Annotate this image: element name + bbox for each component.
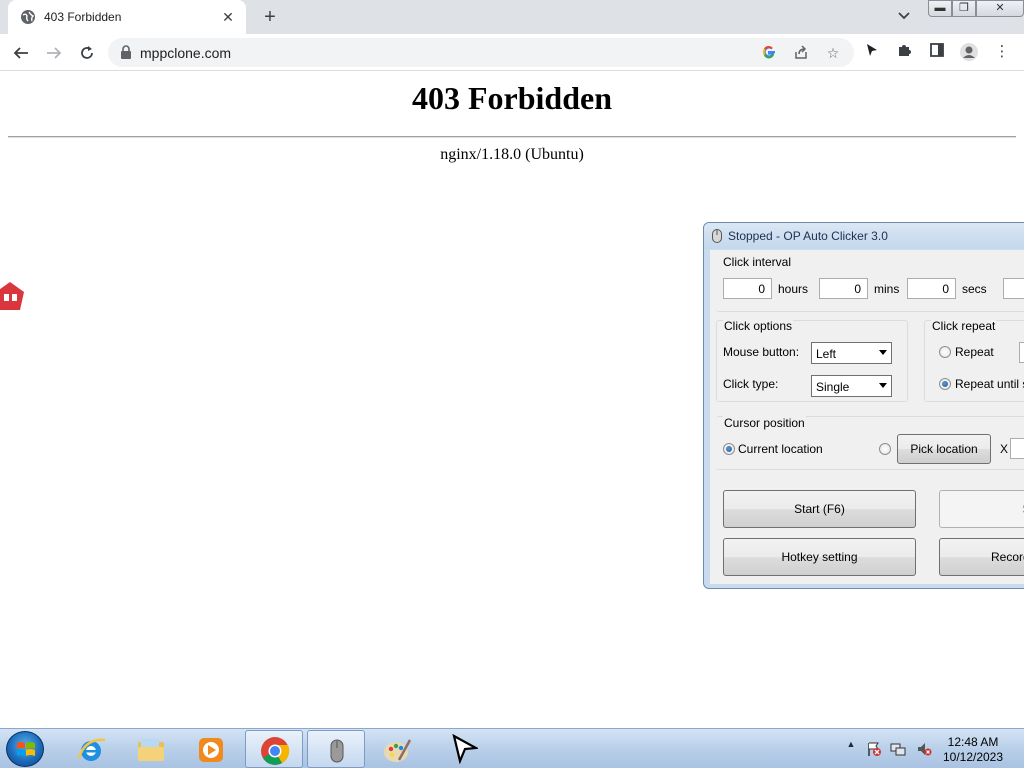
globe-icon <box>20 9 36 25</box>
milliseconds-input[interactable] <box>1003 278 1024 299</box>
click-type-select[interactable]: Single <box>811 375 892 397</box>
url-text[interactable]: mppclone.com <box>140 45 231 61</box>
dropdown-arrow-icon <box>879 350 887 355</box>
mouse-button-value: Left <box>816 347 837 361</box>
partial-desktop-icon[interactable] <box>0 280 26 314</box>
x-coordinate-input[interactable] <box>1010 438 1024 459</box>
repeat-count-input[interactable] <box>1019 342 1024 363</box>
secs-label: secs <box>962 282 987 296</box>
secs-input[interactable]: 0 <box>907 278 956 299</box>
window-controls: ▬ ❐ ✕ <box>928 0 1024 18</box>
auto-clicker-title: Stopped - OP Auto Clicker 3.0 <box>728 229 888 243</box>
internet-explorer-taskbar-icon[interactable] <box>62 730 120 768</box>
auto-clicker-taskbar-icon[interactable] <box>307 730 365 768</box>
windows-logo-icon <box>17 742 35 756</box>
mouse-button-select[interactable]: Left <box>811 342 892 364</box>
google-icon[interactable] <box>760 44 778 62</box>
page-heading: 403 Forbidden <box>411 80 613 116</box>
repeat-until-stopped-label: Repeat until sto <box>955 377 1024 391</box>
mouse-pointer-icon <box>452 733 480 768</box>
volume-muted-icon[interactable] <box>916 741 932 757</box>
current-location-radio[interactable] <box>723 443 735 455</box>
window-close-button[interactable]: ✕ <box>976 0 1024 17</box>
dropdown-arrow-icon <box>879 383 887 388</box>
address-bar[interactable]: mppclone.com ☆ <box>108 38 854 67</box>
forward-arrow-icon[interactable] <box>43 42 65 64</box>
repeat-until-stopped-radio[interactable] <box>939 378 951 390</box>
minimize-button[interactable]: ▬ <box>928 0 952 17</box>
pick-location-radio[interactable] <box>879 443 891 455</box>
reload-icon[interactable] <box>76 42 98 64</box>
hours-input[interactable]: 0 <box>723 278 772 299</box>
paint-taskbar-icon[interactable] <box>368 730 426 768</box>
side-panel-icon[interactable] <box>927 42 947 62</box>
server-signature: nginx/1.18.0 (Ubuntu) <box>440 146 584 163</box>
repeat-radio[interactable] <box>939 346 951 358</box>
kebab-menu-icon[interactable]: ⋮ <box>992 42 1012 62</box>
tab-strip: 403 Forbidden ✕ + ▬ ❐ ✕ <box>0 0 1024 34</box>
share-icon[interactable] <box>792 44 810 62</box>
restore-button[interactable]: ❐ <box>952 0 976 17</box>
profile-icon[interactable] <box>959 42 979 62</box>
record-button[interactable]: Record <box>939 538 1024 576</box>
new-tab-plus-icon[interactable]: + <box>258 6 282 28</box>
click-options-label: Click options <box>723 319 794 333</box>
browser-toolbar: mppclone.com ☆ ⋮ <box>0 34 1024 71</box>
media-player-taskbar-icon[interactable] <box>182 730 240 768</box>
clock-time: 12:48 AM <box>947 735 999 749</box>
start-button[interactable]: Start (F6) <box>723 490 916 528</box>
show-hidden-icons-icon[interactable]: ▲ <box>846 739 856 755</box>
hotkey-setting-button[interactable]: Hotkey setting <box>723 538 916 576</box>
file-explorer-taskbar-icon[interactable] <box>122 730 180 768</box>
tab-title: 403 Forbidden <box>44 10 122 24</box>
pick-location-button[interactable]: Pick location <box>897 434 991 464</box>
chrome-taskbar-icon[interactable] <box>245 730 303 768</box>
tab-403-forbidden[interactable]: 403 Forbidden ✕ <box>8 0 246 34</box>
action-center-flag-icon[interactable] <box>866 741 882 757</box>
auto-clicker-titlebar[interactable]: Stopped - OP Auto Clicker 3.0 <box>704 223 1024 249</box>
taskbar: ▲ 12:48 AM 10/12/2023 <box>0 728 1024 768</box>
mouse-button-label: Mouse button: <box>723 345 800 359</box>
auto-clicker-body: Click interval 0 hours 0 mins 0 secs Cli… <box>710 250 1024 584</box>
tab-close-icon[interactable]: ✕ <box>220 9 236 25</box>
taskbar-clock[interactable]: 12:48 AM 10/12/2023 <box>940 735 1006 765</box>
click-interval-label: Click interval <box>723 255 792 269</box>
stop-button[interactable]: Sto <box>939 490 1024 528</box>
network-icon[interactable] <box>890 741 906 757</box>
auto-clicker-window: Stopped - OP Auto Clicker 3.0 Click inte… <box>703 222 1024 589</box>
hours-label: hours <box>778 282 809 296</box>
start-button[interactable] <box>6 731 44 767</box>
current-location-label: Current location <box>738 442 823 456</box>
repeat-label: Repeat <box>955 345 994 359</box>
mouse-icon <box>712 229 722 243</box>
cursor-extension-icon[interactable] <box>862 42 882 62</box>
bookmark-star-icon[interactable]: ☆ <box>824 44 842 62</box>
click-repeat-label: Click repeat <box>931 319 997 333</box>
x-label: X <box>1000 442 1009 456</box>
mins-label: mins <box>874 282 900 296</box>
divider <box>8 136 1016 138</box>
lock-icon[interactable] <box>120 45 132 59</box>
mins-input[interactable]: 0 <box>819 278 868 299</box>
cursor-position-label: Cursor position <box>723 416 806 430</box>
extensions-puzzle-icon[interactable] <box>895 42 915 62</box>
click-type-label: Click type: <box>723 377 779 391</box>
tab-search-chevron-down-icon[interactable] <box>894 8 914 26</box>
click-type-value: Single <box>816 380 850 394</box>
back-arrow-icon[interactable] <box>10 42 32 64</box>
clock-date: 10/12/2023 <box>942 750 1004 764</box>
